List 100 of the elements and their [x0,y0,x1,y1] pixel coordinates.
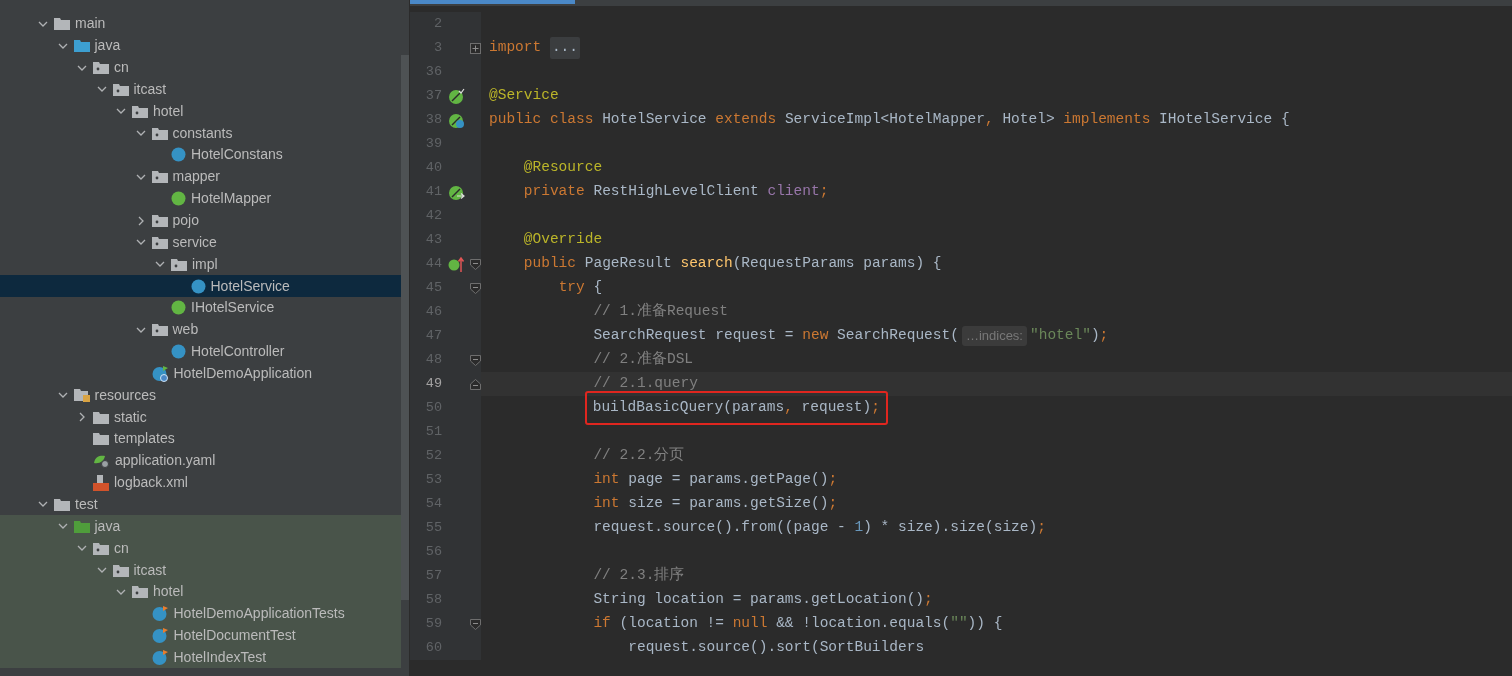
code-token: (location != [619,614,725,634]
bean-icon[interactable] [447,87,465,105]
tree-item-label: HotelConstans [191,145,283,165]
code-token: size = params.getSize() [628,494,829,514]
code-token: PageResult [584,254,673,274]
tree-row[interactable]: HotelDemoApplication [0,362,401,385]
package-folder-icon [151,323,168,337]
class-icon [171,147,186,163]
code-token: ; [1037,518,1046,538]
fold-start-icon[interactable] [469,354,481,366]
test-class-icon [151,627,169,645]
code-token: ; [828,470,838,490]
tree-row[interactable]: constants [0,122,401,145]
tree-row[interactable]: HotelDocumentTest [0,624,401,647]
tree-item-label: main [75,14,106,34]
package-folder-icon [151,235,168,249]
tree-row[interactable]: itcast [0,78,401,101]
package-folder-icon [132,104,148,118]
package-folder-icon [112,563,129,577]
tree-item-label: application.yaml [115,451,216,471]
tree-row[interactable]: IHotelService [0,296,401,319]
tree-row[interactable]: hotel [0,100,401,123]
code-token: request) [801,398,872,418]
tree-row[interactable]: java [0,34,401,57]
code-token: )) { [967,614,1003,634]
tree-row[interactable]: templates [0,428,401,450]
tree-item-label: itcast [133,560,167,580]
code-token: request.source().from((page - [593,518,847,538]
fold-end-icon[interactable] [469,378,481,390]
tree-row[interactable]: service [0,231,401,254]
test-class-icon [151,648,169,666]
code-token: { [593,278,603,298]
code-token: @Override [523,230,603,250]
tree-row[interactable]: HotelController [0,340,401,363]
package-folder-icon [151,170,168,184]
fold-start-icon[interactable] [469,258,481,270]
tree-row[interactable]: HotelDemoApplicationTests [0,602,401,625]
tree-item-label: HotelMapper [191,189,272,209]
code-token: extends [715,110,778,130]
tree-item-label: IHotelService [191,298,275,318]
code-token: // 1.准备Request [593,301,728,322]
tree-item-label: cn [114,538,129,558]
code-token: SearchRequest( [837,326,959,346]
tree-item-label: constants [172,123,233,143]
tree-row[interactable]: HotelConstans [0,144,401,166]
tree-row[interactable]: pojo [0,209,401,232]
code-token: "hotel" [1030,326,1091,346]
chevron-right-icon[interactable] [77,412,87,423]
tree-row[interactable]: impl [0,253,401,276]
tree-row[interactable]: HotelIndexTest [0,646,401,669]
code-token: @Resource [523,158,603,178]
folder-icon [93,432,109,446]
tree-row[interactable]: web [0,318,401,341]
tree-row[interactable]: static [0,406,401,429]
code-token: request.source().sort(SortBuilders [628,638,925,658]
fold-start-icon[interactable] [469,282,481,294]
tree-row[interactable]: HotelService [0,275,401,297]
chevron-down-icon[interactable] [96,565,107,575]
tree-row[interactable]: main [0,13,401,35]
tree-item-label: cn [114,58,129,78]
code-token: String location = params.getLocation() [593,590,925,610]
tree-item-label: web [172,320,199,340]
xml-file-icon [93,474,109,491]
tree-row[interactable]: cn [0,537,401,560]
package-folder-icon [132,585,148,599]
code-token: "" [950,614,968,634]
parameter-hint: …indices: [961,326,1027,346]
tree-item-label: test [75,495,98,514]
code-token: null [732,614,769,634]
tree-row[interactable]: HotelMapper [0,187,401,210]
tree-row[interactable]: mapper [0,165,401,188]
tree-item-label: mapper [172,167,220,187]
code-token: new [802,326,830,346]
tree-row[interactable]: cn [0,56,401,79]
tree-item-label: HotelDocumentTest [173,626,296,646]
scrollbar[interactable] [401,55,409,600]
folded-code[interactable]: ... [549,37,581,59]
folder-icon [54,498,70,511]
implements-up-arrow-icon[interactable] [447,255,465,273]
tree-item-label: HotelDemoApplication [173,363,313,383]
tree-item-label: hotel [153,101,184,121]
tree-row[interactable]: itcast [0,559,401,581]
code-token: SearchRequest request = [593,326,795,346]
code-token: // 2.1.query [593,374,698,394]
code-token: IHotelService { [1159,110,1290,130]
tree-row[interactable]: test [0,493,401,516]
tree-row[interactable]: java [0,515,401,538]
class-icon [171,344,186,360]
code-token: search [680,254,733,274]
package-folder-icon [112,82,129,96]
fold-start-icon[interactable] [469,618,481,630]
tree-row[interactable]: hotel [0,580,401,603]
tree-row[interactable]: logback.xml [0,471,401,494]
code-token: implements [1063,110,1152,130]
tree-row[interactable]: application.yaml [0,449,401,472]
code-token: import [489,38,543,58]
bean-icon[interactable] [447,111,465,129]
tree-row[interactable]: resources [0,384,401,407]
expand-fold-icon[interactable] [469,42,481,54]
interface-icon [171,300,186,316]
